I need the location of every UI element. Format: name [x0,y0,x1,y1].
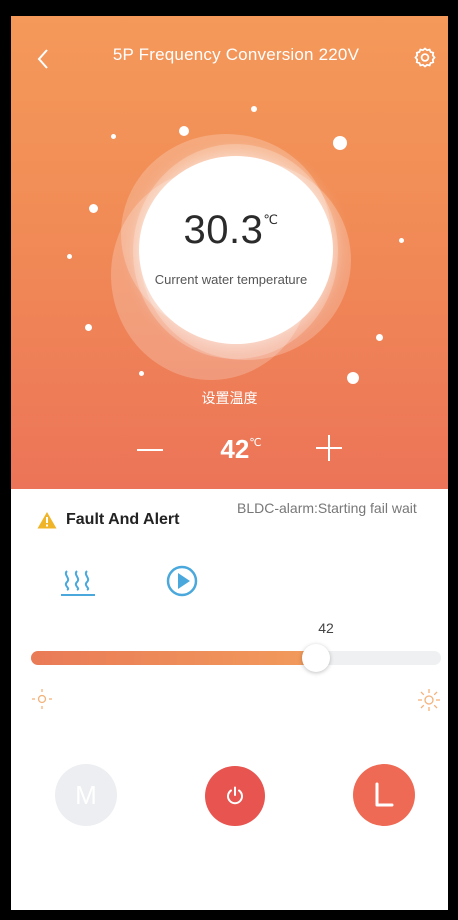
slider-fill [31,651,316,665]
bubble [89,204,98,213]
setpoint-value: 42℃ [191,434,291,465]
water-temperature-unit: ℃ [263,212,279,227]
water-temperature-caption: Current water temperature [154,272,308,287]
mode-row [11,561,448,606]
timer-button[interactable] [353,764,415,826]
bubble [67,254,72,259]
mode-button-label: M [75,779,97,810]
bottom-controls: M [11,764,448,826]
chevron-left-icon [37,49,48,69]
power-icon [227,786,243,805]
sun-high-icon [418,689,440,711]
power-button[interactable] [205,766,265,826]
fault-message: BLDC-alarm:Starting fail wait [237,500,417,516]
increase-temperature-button[interactable] [311,430,347,466]
set-temperature-label: 设置温度 [201,391,258,407]
water-temperature-display: 30.3℃ Current water temperature [111,120,351,380]
setpoint-unit: ℃ [249,437,262,449]
heating-mode-button[interactable] [58,568,98,598]
water-temperature-value: 30.3℃ [111,208,351,253]
fault-alert-row[interactable]: Fault And Alert BLDC-alarm:Starting fail… [11,494,448,554]
setpoint-number: 42 [220,434,250,464]
temperature-slider[interactable] [31,644,441,672]
water-temperature-number: 30.3 [183,208,264,252]
heating-icon [61,570,95,596]
back-button[interactable] [29,44,57,74]
mode-button[interactable]: M [55,764,117,826]
timer-icon [375,782,394,807]
run-mode-button[interactable] [166,565,198,597]
bubble [85,324,92,331]
decrease-temperature-button[interactable] [133,434,169,464]
bubble [376,334,383,341]
bubble [251,106,257,112]
slider-value-label: 42 [318,620,334,636]
sun-low-icon [32,689,52,709]
gear-icon [414,47,436,68]
slider-thumb[interactable] [302,644,330,672]
top-bar: 5P Frequency Conversion 220V [11,16,448,100]
play-icon [166,565,198,597]
bubble [399,238,404,243]
hero-panel: 5P Frequency Conversion 220V 30.3℃ Curre… [11,16,448,489]
page-title: 5P Frequency Conversion 220V [112,45,360,64]
app-screen: 5P Frequency Conversion 220V 30.3℃ Curre… [11,16,448,910]
fault-title: Fault And Alert [66,511,180,528]
settings-button[interactable] [410,43,440,73]
warning-icon [37,512,57,529]
setpoint-control: 42℃ [11,426,448,470]
